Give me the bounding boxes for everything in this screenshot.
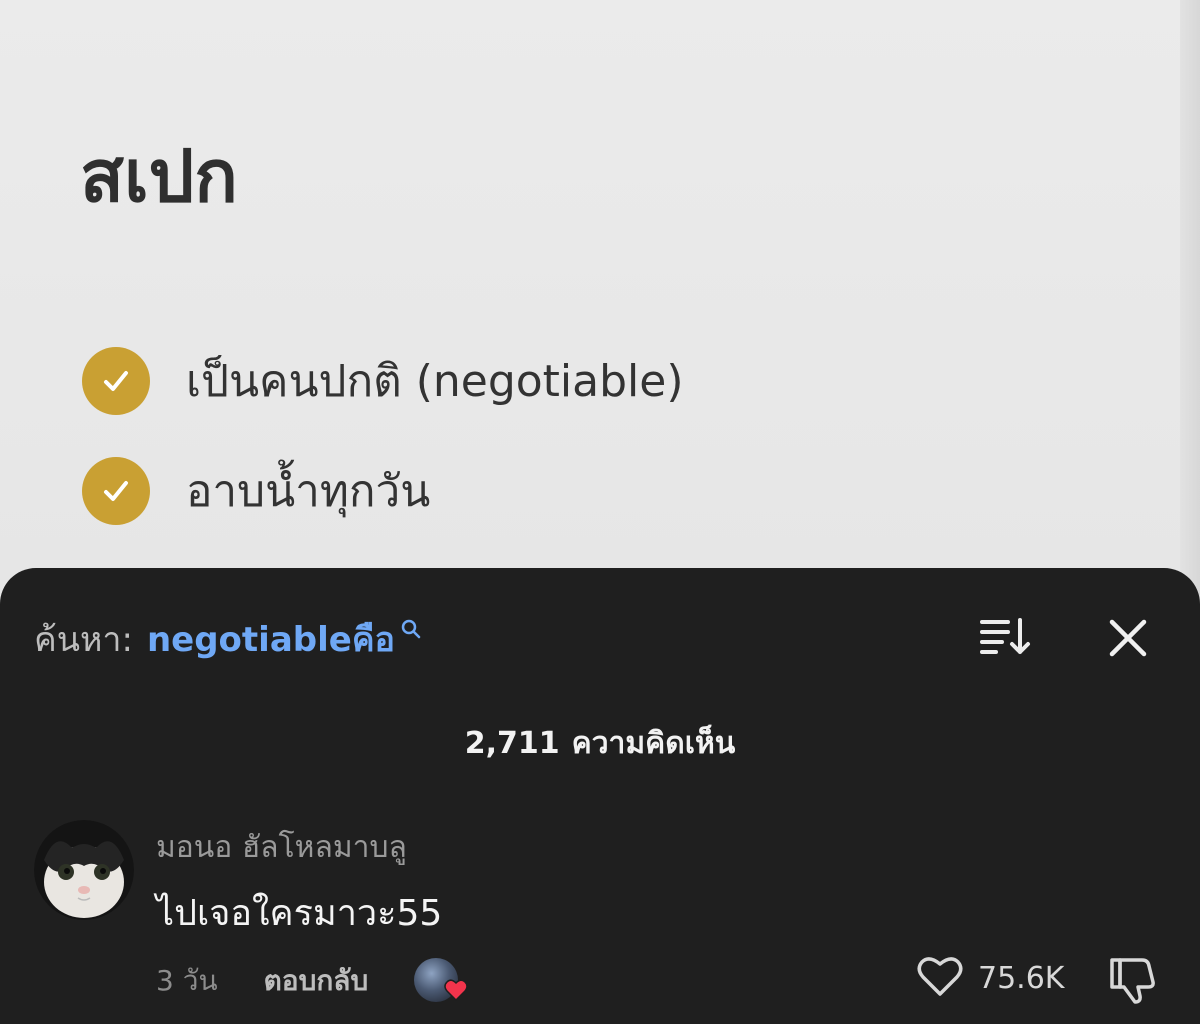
comment-time: 3 วัน (156, 964, 218, 997)
check-icon (82, 347, 150, 415)
spec-item-text: เป็นคนปกติ (negotiable) (186, 356, 684, 407)
comment-search[interactable]: ค้นหา: negotiableคือ (34, 612, 423, 666)
heart-filled-icon (444, 975, 468, 1008)
search-icon (399, 610, 423, 650)
comment-username[interactable]: มอนอ ฮัลโหลมาบลู (156, 824, 407, 871)
comment-count: 2,711 ความคิดเห็น (0, 720, 1200, 767)
search-term-link[interactable]: negotiableคือ (147, 612, 395, 666)
spec-item: เป็นคนปกติ (negotiable) (82, 346, 684, 416)
comment-count-number: 2,711 (464, 726, 560, 761)
creator-liked-badge (414, 958, 468, 1004)
like-count: 75.6K (978, 960, 1065, 996)
like-button[interactable]: 75.6K (916, 954, 1064, 1002)
sort-icon[interactable] (978, 614, 1034, 658)
check-icon (82, 457, 150, 525)
reply-button[interactable]: ตอบกลับ (264, 959, 369, 1003)
close-icon[interactable] (1106, 616, 1150, 660)
comments-sheet: ค้นหา: negotiableคือ 2,711 ความคิดเห็น ม… (0, 568, 1200, 1024)
avatar[interactable] (34, 820, 134, 920)
heart-outline-icon (916, 954, 964, 1002)
cat-avatar-icon (34, 820, 134, 920)
video-title: สเปก (80, 134, 238, 218)
video-edge-shadow (1180, 0, 1200, 600)
search-prefix: ค้นหา: (34, 620, 133, 660)
spec-item: อาบน้ำทุกวัน (82, 456, 430, 526)
comment-text: ไปเจอใครมาวะ55 (156, 893, 443, 934)
video-content[interactable]: สเปก เป็นคนปกติ (negotiable) อาบน้ำทุกวั… (0, 0, 1200, 600)
thumbs-down-icon[interactable] (1106, 954, 1160, 1006)
comment-meta: 3 วัน ตอบกลับ (156, 958, 468, 1004)
comment-count-label: ความคิดเห็น (571, 726, 736, 761)
spec-item-text: อาบน้ำทุกวัน (186, 466, 431, 517)
